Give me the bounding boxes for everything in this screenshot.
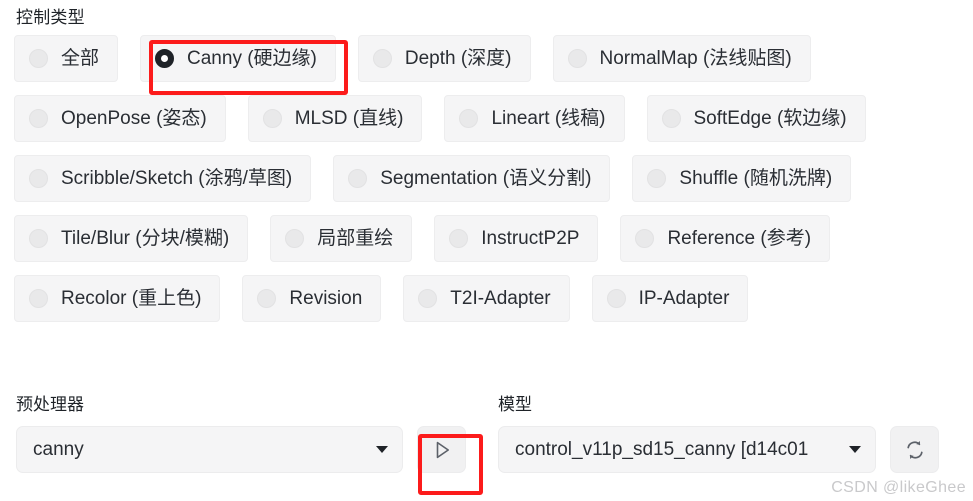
control-type-option-ip-adapter[interactable]: IP-Adapter (591, 275, 749, 322)
control-type-option-normalmap[interactable]: NormalMap (法线贴图) (552, 35, 811, 82)
control-type-option-label: NormalMap (法线贴图) (599, 48, 792, 69)
chevron-down-icon (849, 446, 861, 453)
control-type-option-label: Revision (289, 288, 363, 309)
control-type-row: Recolor (重上色) Revision T2I-Adapter IP-Ad… (14, 275, 959, 322)
control-type-option-reference[interactable]: Reference (参考) (620, 215, 831, 262)
preprocessor-label: 预处理器 (16, 395, 84, 414)
radio-dot-icon (257, 289, 277, 308)
play-triangle-icon (436, 441, 449, 458)
control-type-row: Tile/Blur (分块/模糊) 局部重绘 InstructP2P Refer… (14, 215, 959, 262)
control-type-option-mlsd[interactable]: MLSD (直线) (247, 95, 423, 142)
control-type-option-instructp2p[interactable]: InstructP2P (434, 215, 599, 262)
control-type-option-segmentation[interactable]: Segmentation (语义分割) (333, 155, 611, 202)
control-type-option-label: Reference (参考) (667, 228, 812, 249)
control-type-option-label: Canny (硬边缘) (187, 48, 317, 69)
control-type-option-label: Recolor (重上色) (61, 288, 202, 309)
refresh-models-button[interactable] (890, 426, 939, 473)
control-type-option-label: 局部重绘 (317, 228, 394, 249)
control-type-option-label: 全部 (61, 48, 100, 69)
control-type-option-label: Shuffle (随机洗牌) (679, 168, 833, 189)
control-type-option-revision[interactable]: Revision (242, 275, 382, 322)
control-type-option-recolor[interactable]: Recolor (重上色) (14, 275, 221, 322)
radio-dot-selected-icon (155, 49, 175, 68)
control-type-option-scribble-sketch[interactable]: Scribble/Sketch (涂鸦/草图) (14, 155, 312, 202)
control-type-row: OpenPose (姿态) MLSD (直线) Lineart (线稿) Sof… (14, 95, 959, 142)
control-type-option-depth[interactable]: Depth (深度) (357, 35, 531, 82)
radio-dot-icon (29, 289, 48, 308)
radio-dot-icon (567, 49, 587, 68)
model-column: 模型 control_v11p_sd15_canny [d14c01 (488, 396, 973, 473)
control-type-option-label: Tile/Blur (分块/模糊) (61, 228, 230, 249)
preprocessor-column: 预处理器 canny (0, 396, 488, 473)
preprocessor-model-section: 预处理器 canny 模型 control_v11p_sd15_canny [d… (0, 396, 973, 473)
control-type-option-softedge[interactable]: SoftEdge (软边缘) (646, 95, 866, 142)
radio-dot-icon (29, 229, 48, 248)
control-type-option-shuffle[interactable]: Shuffle (随机洗牌) (632, 155, 852, 202)
radio-dot-icon (262, 109, 282, 128)
refresh-icon (906, 440, 923, 459)
control-type-option-canny[interactable]: Canny (硬边缘) (140, 35, 336, 82)
radio-dot-icon (635, 229, 655, 248)
control-type-option-label: Lineart (线稿) (491, 108, 606, 129)
control-type-radio-group: 全部 Canny (硬边缘) Depth (深度) NormalMap (法线贴… (0, 26, 973, 322)
radio-dot-icon (449, 229, 469, 248)
control-type-option-label: Depth (深度) (404, 48, 512, 69)
control-type-option-all[interactable]: 全部 (14, 35, 119, 82)
control-type-option-label: OpenPose (姿态) (61, 108, 207, 129)
radio-dot-icon (285, 229, 305, 248)
model-value: control_v11p_sd15_canny [d14c01 (515, 440, 809, 459)
radio-dot-icon (372, 49, 392, 68)
control-type-option-openpose[interactable]: OpenPose (姿态) (14, 95, 226, 142)
radio-dot-icon (29, 49, 48, 68)
control-type-option-inpaint[interactable]: 局部重绘 (270, 215, 413, 262)
control-type-option-label: MLSD (直线) (294, 108, 404, 129)
control-type-option-label: T2I-Adapter (450, 288, 551, 309)
controlnet-panel: 控制类型 全部 Canny (硬边缘) Depth (深度) NormalMap… (0, 0, 973, 501)
control-type-option-label: IP-Adapter (638, 288, 730, 309)
control-type-option-label: Scribble/Sketch (涂鸦/草图) (61, 168, 293, 189)
control-type-option-lineart[interactable]: Lineart (线稿) (444, 95, 625, 142)
radio-dot-icon (661, 109, 681, 128)
radio-dot-icon (29, 109, 48, 128)
control-type-row: Scribble/Sketch (涂鸦/草图) Segmentation (语义… (14, 155, 959, 202)
preprocessor-value: canny (33, 440, 84, 459)
control-type-option-label: Segmentation (语义分割) (380, 168, 592, 189)
chevron-down-icon (376, 446, 388, 453)
control-type-option-label: SoftEdge (软边缘) (693, 108, 847, 129)
radio-dot-icon (29, 169, 48, 188)
run-preprocessor-button[interactable] (417, 426, 466, 473)
control-type-option-t2i-adapter[interactable]: T2I-Adapter (403, 275, 570, 322)
radio-dot-icon (418, 289, 438, 308)
radio-dot-icon (459, 109, 479, 128)
watermark: CSDN @likeGhee (831, 479, 966, 496)
control-type-option-label: InstructP2P (481, 228, 580, 249)
control-type-title: 控制类型 (16, 8, 85, 27)
radio-dot-icon (647, 169, 667, 188)
model-label: 模型 (498, 395, 532, 414)
control-type-option-tile-blur[interactable]: Tile/Blur (分块/模糊) (14, 215, 249, 262)
model-dropdown[interactable]: control_v11p_sd15_canny [d14c01 (498, 426, 876, 473)
radio-dot-icon (606, 289, 626, 308)
radio-dot-icon (348, 169, 368, 188)
preprocessor-dropdown[interactable]: canny (16, 426, 403, 473)
control-type-row: 全部 Canny (硬边缘) Depth (深度) NormalMap (法线贴… (14, 35, 959, 82)
